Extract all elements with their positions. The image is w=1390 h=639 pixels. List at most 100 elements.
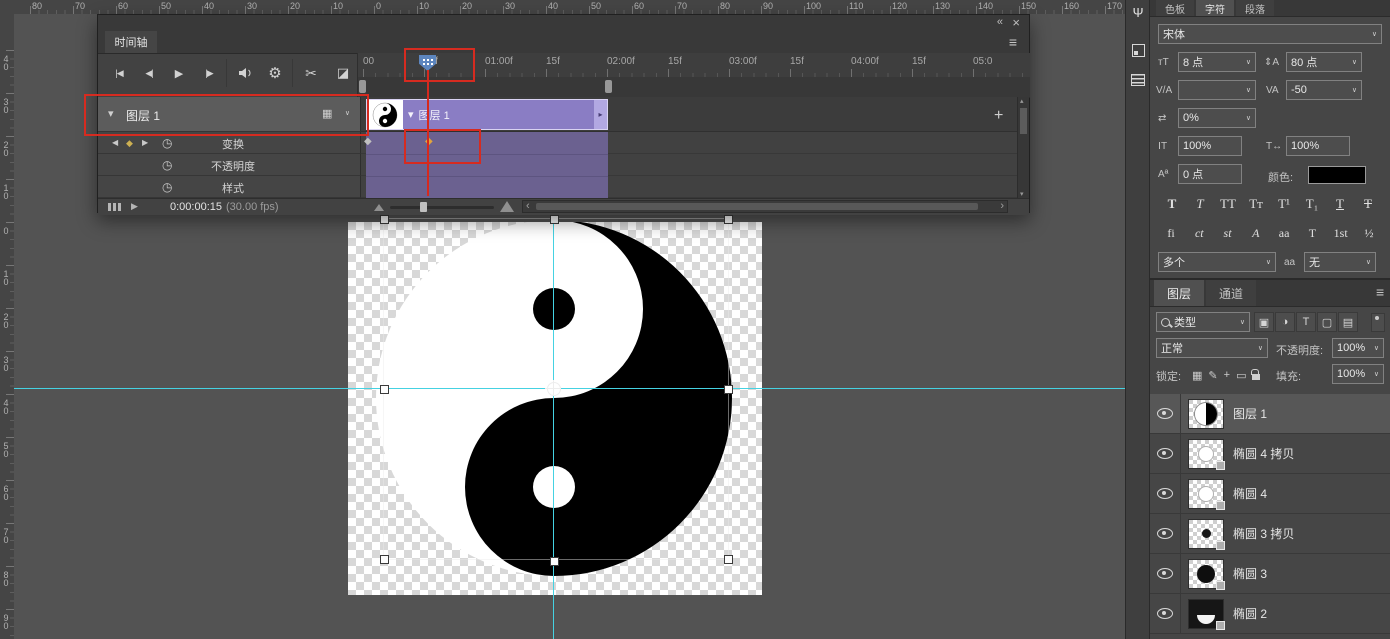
lock-transparency-icon[interactable]: ▦ bbox=[1192, 369, 1202, 382]
anti-alias-select[interactable]: 无 bbox=[1304, 252, 1376, 272]
blend-mode-select[interactable]: 正常 bbox=[1156, 338, 1268, 358]
language-select[interactable]: 多个 bbox=[1158, 252, 1276, 272]
transform-handle-mid-right[interactable] bbox=[724, 385, 733, 394]
timeline-vertical-scrollbar[interactable] bbox=[1017, 97, 1029, 198]
vertical-scale-input[interactable]: 100% bbox=[1178, 136, 1242, 156]
transform-handle-top-right[interactable] bbox=[724, 215, 733, 224]
pixel-layer-filter-icon[interactable]: ▣ bbox=[1254, 312, 1274, 332]
small-caps-button[interactable]: Tᴛ bbox=[1244, 196, 1268, 212]
collapse-panel-icon[interactable] bbox=[997, 16, 1003, 28]
clip-end-cap[interactable] bbox=[594, 100, 607, 129]
tab-paragraph[interactable]: 段落 bbox=[1236, 0, 1274, 16]
stylistic-alternates-button[interactable]: aa bbox=[1273, 226, 1295, 241]
scroll-right-icon[interactable]: › bbox=[1000, 200, 1004, 212]
transform-handle-top-left[interactable] bbox=[380, 215, 389, 224]
visibility-toggle[interactable] bbox=[1150, 554, 1181, 593]
play-button[interactable] bbox=[166, 61, 192, 85]
chevron-down-icon[interactable] bbox=[408, 108, 414, 121]
titling-alternates-button[interactable]: T bbox=[1301, 226, 1323, 241]
work-area-end-handle[interactable] bbox=[605, 80, 612, 93]
proportional-spacing-select[interactable]: 0% bbox=[1178, 108, 1256, 128]
transform-handle-mid-left[interactable] bbox=[380, 385, 389, 394]
visibility-toggle[interactable] bbox=[1150, 434, 1181, 473]
panel-menu-icon[interactable] bbox=[1376, 284, 1384, 300]
close-panel-icon[interactable] bbox=[1012, 15, 1020, 30]
layer-row[interactable]: 椭圆 4 bbox=[1150, 474, 1390, 514]
transition-button[interactable] bbox=[330, 61, 356, 85]
split-clip-button[interactable] bbox=[298, 61, 324, 85]
stopwatch-icon[interactable] bbox=[162, 158, 172, 172]
work-area-start-handle[interactable] bbox=[359, 80, 366, 93]
baseline-shift-input[interactable]: 0 点 bbox=[1178, 164, 1242, 184]
horizontal-ruler[interactable]: 8070605040302010010203040506070809010011… bbox=[14, 0, 1125, 15]
smart-object-filter-icon[interactable]: ▤ bbox=[1338, 312, 1358, 332]
transform-handle-bottom-left[interactable] bbox=[380, 555, 389, 564]
transform-handle-top-center[interactable] bbox=[550, 215, 559, 224]
clip-title[interactable]: 图层 1 bbox=[403, 100, 594, 129]
scrollbar-thumb[interactable] bbox=[1020, 108, 1027, 134]
adjustment-layer-filter-icon[interactable]: ◑ bbox=[1275, 312, 1295, 332]
next-frame-button[interactable] bbox=[196, 61, 222, 85]
scroll-left-icon[interactable]: ‹ bbox=[526, 200, 530, 212]
timeline-titlebar[interactable] bbox=[98, 15, 1029, 32]
add-media-button[interactable]: + bbox=[994, 107, 1003, 125]
tab-layers[interactable]: 图层 bbox=[1154, 280, 1204, 306]
scroll-up-icon[interactable] bbox=[1020, 97, 1024, 105]
layer-filter-select[interactable]: 类型 bbox=[1156, 312, 1250, 332]
discretionary-ligatures-button[interactable]: st bbox=[1217, 226, 1239, 241]
text-color-swatch[interactable] bbox=[1308, 166, 1366, 184]
timeline-zoom-slider[interactable] bbox=[390, 206, 494, 209]
property-row-opacity-header[interactable]: 不透明度 bbox=[98, 154, 361, 176]
filter-toggle-switch[interactable] bbox=[1371, 313, 1385, 332]
font-size-select[interactable]: 8 点 bbox=[1178, 52, 1256, 72]
shape-layer-filter-icon[interactable]: ▢ bbox=[1317, 312, 1337, 332]
layer-row[interactable]: 椭圆 3 bbox=[1150, 554, 1390, 594]
panel-menu-icon[interactable] bbox=[1009, 34, 1017, 50]
timeline-horizontal-scrollbar[interactable]: ‹ › bbox=[522, 200, 1008, 213]
zoom-slider-thumb[interactable] bbox=[420, 202, 427, 212]
horizontal-scale-input[interactable]: 100% bbox=[1286, 136, 1350, 156]
next-keyframe-icon[interactable] bbox=[142, 138, 148, 147]
history-panel-icon[interactable] bbox=[1129, 3, 1147, 21]
timeline-clip-layer1[interactable]: 图层 1 bbox=[366, 99, 608, 130]
type-layer-filter-icon[interactable]: T bbox=[1296, 312, 1316, 332]
visibility-toggle[interactable] bbox=[1150, 514, 1181, 553]
subscript-button[interactable]: T₁ bbox=[1300, 196, 1324, 212]
swash-button[interactable]: A bbox=[1245, 226, 1267, 241]
leading-select[interactable]: 80 点 bbox=[1286, 52, 1362, 72]
underline-button[interactable]: T bbox=[1328, 196, 1352, 212]
standard-ligatures-button[interactable]: fi bbox=[1160, 226, 1182, 241]
superscript-button[interactable]: T¹ bbox=[1272, 196, 1296, 212]
render-video-icon[interactable] bbox=[108, 203, 121, 211]
layer-row[interactable]: 椭圆 2 bbox=[1150, 594, 1390, 634]
ordinals-button[interactable]: 1st bbox=[1330, 226, 1352, 241]
visibility-toggle[interactable] bbox=[1150, 474, 1181, 513]
zoom-in-icon[interactable] bbox=[500, 201, 514, 212]
tab-timeline[interactable]: 时间轴 bbox=[105, 31, 157, 53]
transform-handle-bottom-right[interactable] bbox=[724, 555, 733, 564]
lock-artboard-icon[interactable]: ▭ bbox=[1236, 369, 1246, 382]
layer-row[interactable]: 椭圆 4 拷贝 bbox=[1150, 434, 1390, 474]
layer-row[interactable]: 椭圆 3 拷贝 bbox=[1150, 514, 1390, 554]
visibility-toggle[interactable] bbox=[1150, 594, 1181, 633]
lock-image-icon[interactable]: ✎ bbox=[1208, 369, 1217, 382]
info-panel-icon[interactable] bbox=[1129, 71, 1147, 89]
opacity-input[interactable]: 100% bbox=[1332, 338, 1384, 358]
vertical-ruler[interactable]: 403020100102030405060708090 bbox=[0, 14, 15, 639]
stopwatch-icon[interactable] bbox=[162, 136, 172, 150]
fractions-button[interactable]: ½ bbox=[1358, 226, 1380, 241]
faux-italic-button[interactable]: T bbox=[1188, 196, 1212, 212]
ruler-origin-corner[interactable] bbox=[0, 0, 15, 15]
strikethrough-button[interactable]: T bbox=[1356, 196, 1380, 212]
stopwatch-icon[interactable] bbox=[162, 180, 172, 194]
tab-character[interactable]: 字符 bbox=[1196, 0, 1234, 16]
all-caps-button[interactable]: TT bbox=[1216, 196, 1240, 212]
lock-position-icon[interactable]: + bbox=[1224, 369, 1230, 381]
layer-row[interactable]: 图层 1 bbox=[1150, 394, 1390, 434]
flatten-frames-icon[interactable] bbox=[131, 201, 138, 212]
lock-all-icon[interactable] bbox=[1252, 370, 1260, 380]
contextual-alternates-button[interactable]: ct bbox=[1188, 226, 1210, 241]
faux-bold-button[interactable]: T bbox=[1160, 196, 1184, 212]
scrollbar-thumb[interactable] bbox=[536, 203, 978, 210]
transform-handle-bottom-center[interactable] bbox=[550, 557, 559, 566]
